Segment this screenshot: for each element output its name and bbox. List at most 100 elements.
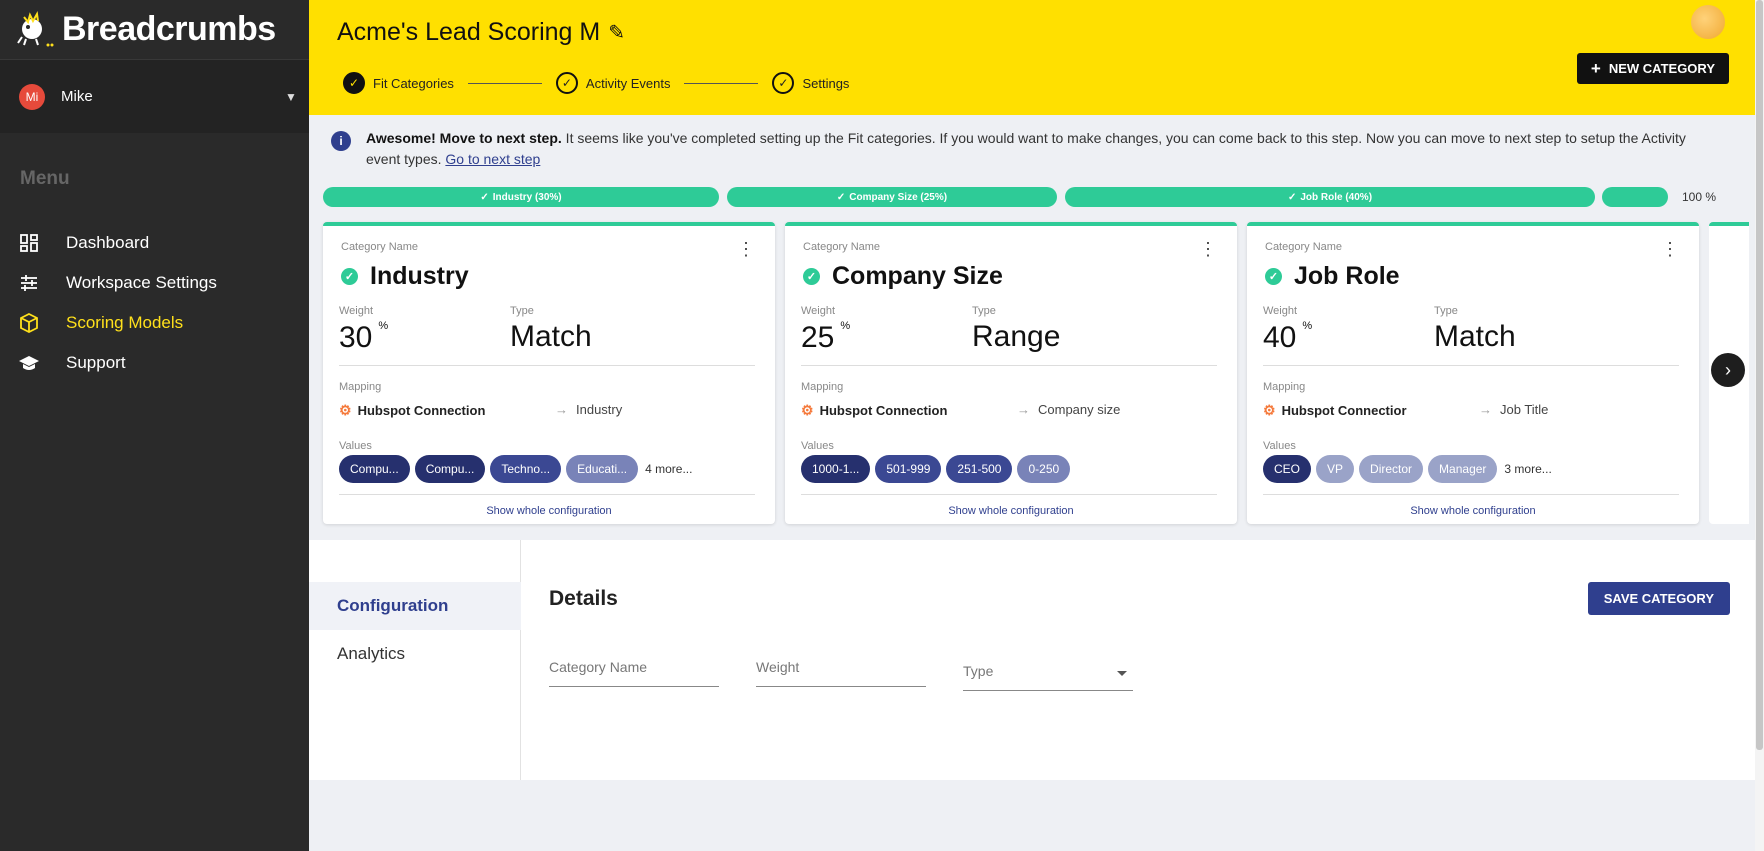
step-label: Settings	[802, 75, 850, 91]
value-chip[interactable]: VP	[1316, 455, 1355, 483]
card-title: ✓ Industry	[341, 262, 469, 291]
more-vertical-icon[interactable]: ⋮	[1661, 240, 1679, 258]
mapping-field: → Company size	[1017, 402, 1120, 417]
weight-unit: %	[378, 320, 389, 332]
value-chip[interactable]: Director	[1359, 455, 1424, 483]
weight-label: Weight	[339, 305, 374, 317]
mapping-field: → Industry	[555, 402, 622, 417]
value-chip[interactable]: Manager	[1428, 455, 1498, 483]
user-menu[interactable]: Mi Mike ▼	[0, 60, 309, 133]
value-chip[interactable]: 501-999	[875, 455, 942, 483]
sidebar-item-support[interactable]: Support	[0, 343, 309, 383]
step-connector	[467, 82, 542, 84]
show-configuration-link[interactable]: Show whole configuration	[785, 505, 1237, 517]
values-chips: 1000-1... 501-999 251-500 0-250	[801, 455, 1071, 483]
value-chip[interactable]: Techno...	[490, 455, 562, 483]
more-values[interactable]: 3 more...	[1504, 462, 1551, 476]
sidebar-item-dashboard[interactable]: Dashboard	[0, 223, 309, 263]
progress-segment-job-role[interactable]: ✓ Job Role (40%)	[1065, 187, 1595, 207]
card-label: Category Name	[1265, 241, 1343, 253]
card-label: Category Name	[341, 241, 419, 253]
value-chip[interactable]: 0-250	[1017, 455, 1071, 483]
chevron-down-icon[interactable]: ▼	[273, 90, 309, 104]
value-chip[interactable]: CEO	[1263, 455, 1312, 483]
category-card-industry[interactable]: Category Name ✓ Industry ⋮ Weight Type 3…	[323, 222, 775, 524]
category-card-job-role[interactable]: Category Name ✓ Job Role ⋮ Weight Type 4…	[1247, 222, 1699, 524]
arrow-right-icon: →	[1017, 402, 1030, 417]
show-configuration-link[interactable]: Show whole configuration	[323, 505, 775, 517]
type-label: Type	[972, 305, 996, 317]
type-value: Range	[972, 320, 1061, 353]
weight-number: 30	[339, 321, 373, 354]
value-chip[interactable]: 251-500	[946, 455, 1013, 483]
progress-segment-label: Job Role (40%)	[1300, 191, 1373, 203]
header: Acme's Lead Scoring M ✎ ✓ Fit Categories…	[309, 0, 1755, 115]
account-avatar[interactable]	[1691, 5, 1725, 39]
more-vertical-icon[interactable]: ⋮	[1199, 240, 1217, 258]
sidebar: Breadcrumbs Mi Mike ▼ Menu Dashboard Wor…	[0, 0, 309, 851]
scrollbar-thumb[interactable]	[1756, 0, 1763, 750]
progress-segment-company-size[interactable]: ✓ Company Size (25%)	[727, 187, 1057, 207]
save-category-button[interactable]: SAVE CATEGORY	[1587, 582, 1730, 615]
go-to-next-step-link[interactable]: Go to next step	[445, 151, 540, 167]
brand-name: Breadcrumbs	[62, 10, 276, 48]
value-chip[interactable]: 1000-1...	[801, 455, 871, 483]
breadcrumbs-logo-icon	[14, 9, 56, 51]
brand[interactable]: Breadcrumbs	[0, 0, 309, 60]
step-connector	[684, 82, 759, 84]
step-settings[interactable]: ✓ Settings	[772, 72, 849, 94]
tab-analytics[interactable]: Analytics	[309, 630, 521, 678]
new-category-button[interactable]: + NEW CATEGORY	[1576, 53, 1729, 84]
type-label: Type	[510, 305, 534, 317]
sidebar-item-scoring-models[interactable]: Scoring Models	[0, 303, 309, 343]
type-value: Match	[1434, 320, 1516, 353]
progress-segment-industry[interactable]: ✓ Industry (30%)	[323, 187, 719, 207]
sliders-icon	[19, 273, 39, 293]
check-circle-icon: ✓	[803, 268, 820, 285]
divider	[339, 365, 755, 366]
divider	[1263, 365, 1679, 366]
info-body: It seems like you've completed setting u…	[366, 130, 1686, 167]
connection-name: Hubspot Connection	[819, 403, 948, 418]
more-vertical-icon[interactable]: ⋮	[737, 240, 755, 258]
tab-configuration[interactable]: Configuration	[309, 582, 521, 630]
value-chip[interactable]: Compu...	[414, 455, 486, 483]
graduation-cap-icon	[19, 353, 39, 373]
user-name: Mike	[61, 88, 93, 105]
connection-name: Hubspot Connection	[357, 403, 486, 418]
sidebar-item-workspace-settings[interactable]: Workspace Settings	[0, 263, 309, 303]
mapping-label: Mapping	[339, 381, 382, 393]
weight-value: 40%	[1263, 320, 1312, 355]
weight-number: 40	[1263, 321, 1297, 354]
category-name-input[interactable]	[549, 659, 719, 675]
card-title: ✓ Job Role	[1265, 262, 1400, 291]
value-chip[interactable]: Compu...	[339, 455, 410, 483]
values-chips: CEO VP Director Manager 3 more...	[1263, 455, 1552, 483]
category-card-company-size[interactable]: Category Name ✓ Company Size ⋮ Weight Ty…	[785, 222, 1237, 524]
more-values[interactable]: 4 more...	[645, 462, 692, 476]
step-fit-categories[interactable]: ✓ Fit Categories	[343, 72, 454, 94]
mapping-label: Mapping	[1263, 381, 1306, 393]
weight-label: Weight	[1263, 305, 1298, 317]
category-name-field[interactable]	[549, 650, 719, 687]
hubspot-icon: ⚙	[801, 402, 814, 418]
value-chip[interactable]: Educati...	[566, 455, 639, 483]
weight-field[interactable]	[756, 650, 926, 687]
panel-tabs: Configuration Analytics	[309, 540, 521, 780]
arrow-right-icon: →	[1479, 402, 1492, 417]
show-configuration-link[interactable]: Show whole configuration	[1247, 505, 1699, 517]
user-avatar: Mi	[19, 83, 45, 110]
card-title: ✓ Company Size	[803, 262, 1003, 291]
edit-pencil-icon[interactable]: ✎	[608, 20, 625, 45]
weight-input[interactable]	[756, 659, 926, 675]
divider	[801, 365, 1217, 366]
sidebar-item-label: Dashboard	[66, 233, 150, 252]
sidebar-item-label: Workspace Settings	[66, 273, 217, 292]
connection-name: Hubspot Connectior	[1281, 403, 1407, 418]
info-icon: i	[331, 131, 351, 151]
type-select[interactable]: Type	[963, 654, 1133, 691]
step-activity-events[interactable]: ✓ Activity Events	[555, 72, 670, 94]
chevron-right-icon[interactable]: ›	[1711, 353, 1745, 387]
vertical-scrollbar[interactable]	[1755, 0, 1764, 851]
progress-segment-remaining[interactable]	[1602, 187, 1668, 207]
